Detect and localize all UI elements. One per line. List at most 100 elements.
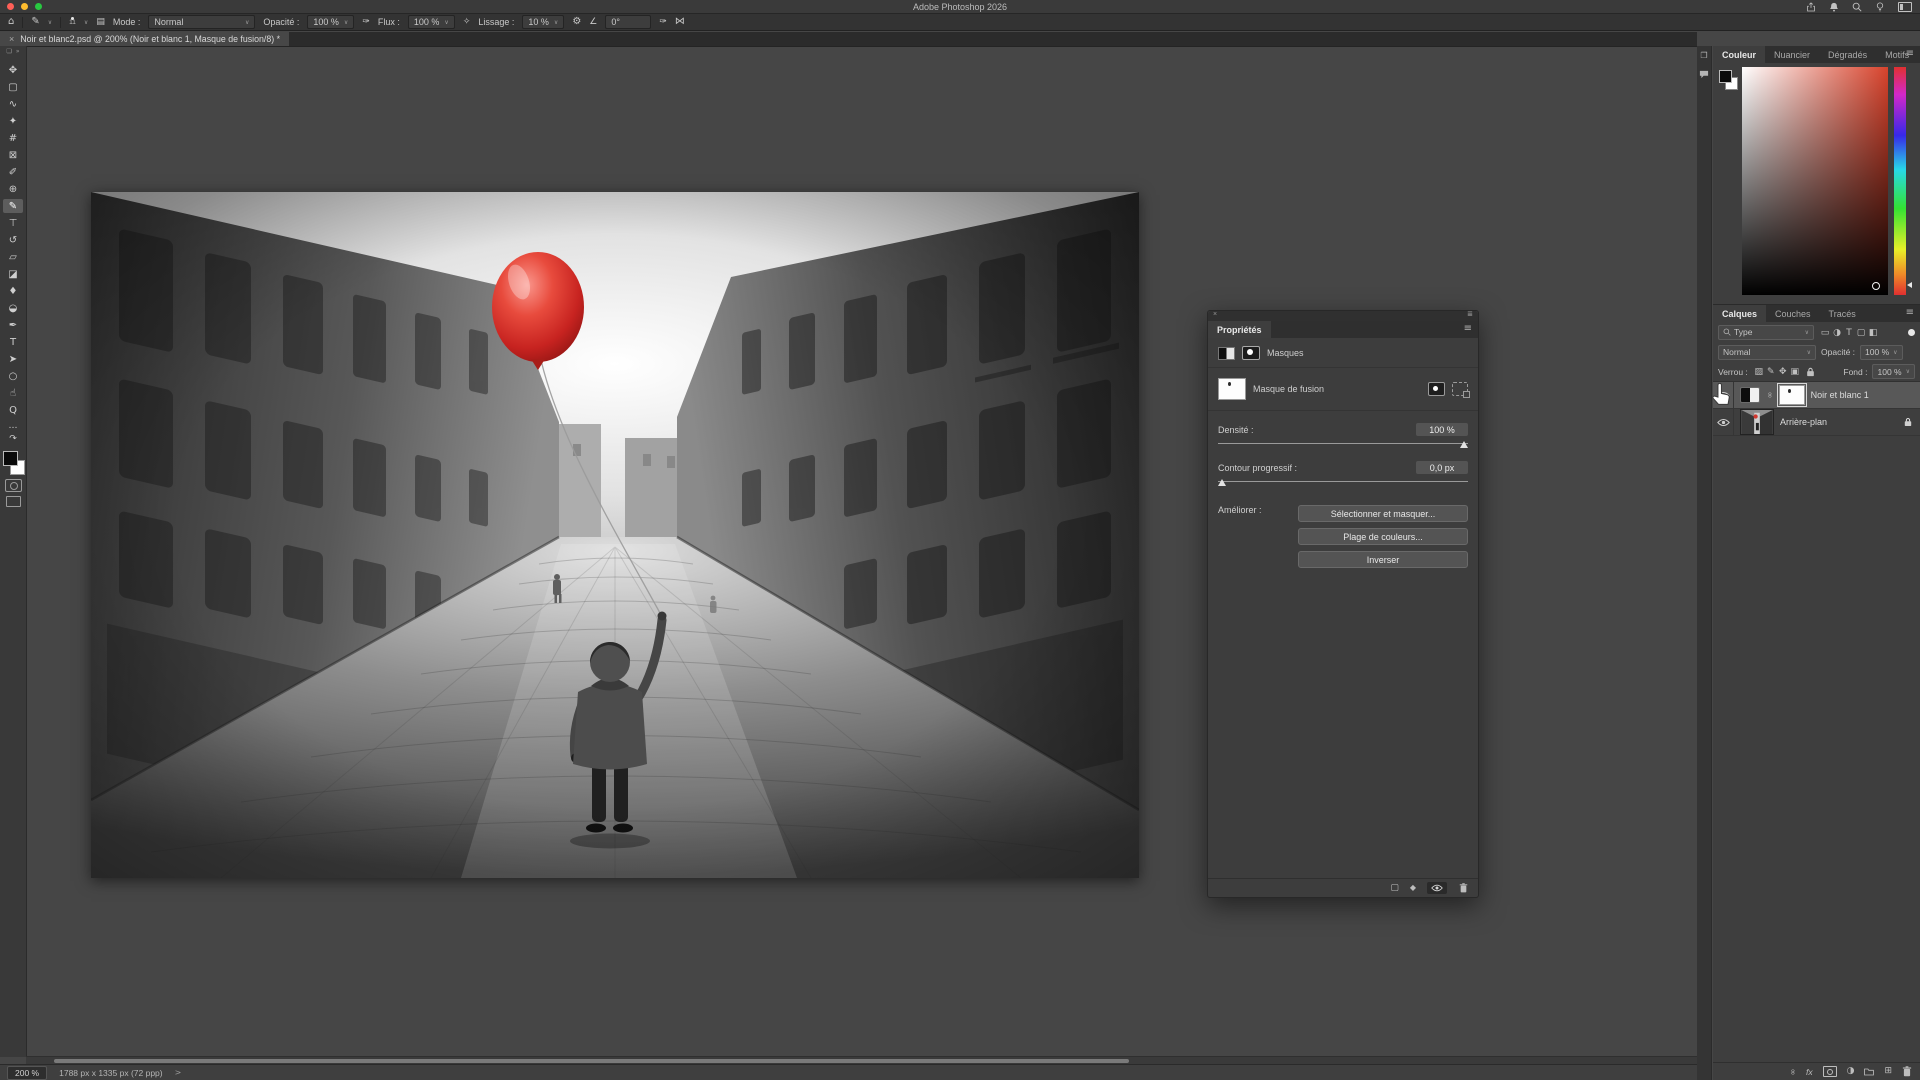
feather-value-input[interactable]: 0,0 px [1416,461,1468,474]
saturation-brightness-picker[interactable] [1742,67,1888,295]
share-icon[interactable] [1806,2,1816,12]
current-tool-icon[interactable]: ✎ [31,17,39,27]
search-icon[interactable] [1852,2,1862,12]
type-tool-icon[interactable]: T [3,335,23,349]
feather-slider-thumb[interactable] [1218,479,1226,486]
clone-stamp-tool-icon[interactable]: ⊤ [3,216,23,230]
home-icon[interactable]: ⌂ [8,17,14,27]
blend-mode-select[interactable]: Normal∨ [148,15,255,29]
lock-paint-icon[interactable]: ✎ [1765,367,1777,377]
zoom-level-input[interactable]: 200 % [7,1066,47,1080]
gradient-tool-icon[interactable]: ◪ [3,267,23,281]
edit-toolbar-icon[interactable]: ❏ [6,49,11,55]
filter-shape-icon[interactable]: ▢ [1855,328,1867,338]
lock-move-icon[interactable]: ✥ [1777,367,1789,377]
new-layer-icon[interactable]: ⊞ [1884,1067,1892,1076]
lasso-tool-icon[interactable]: ∿ [3,97,23,111]
select-and-mask-button[interactable]: Sélectionner et masquer... [1298,505,1468,522]
hue-slider[interactable] [1894,67,1906,295]
lock-artboard-icon[interactable]: ▣ [1789,367,1801,377]
apply-mask-icon[interactable]: ◆ [1410,884,1416,892]
blur-tool-icon[interactable]: ♦ [3,284,23,298]
collapse-toolbar-icon[interactable]: » [16,49,20,55]
layer-name[interactable]: Arrière-plan [1780,417,1827,427]
object-selection-tool-icon[interactable]: ✦ [3,114,23,128]
color-range-button[interactable]: Plage de couleurs... [1298,528,1468,545]
pressure-size-icon[interactable]: ✑ [659,18,667,27]
tool-preset-chevron-icon[interactable]: ∨ [48,19,52,26]
tab-traces[interactable]: Tracés [1820,305,1865,322]
mask-link-icon[interactable]: ∞ [1765,392,1773,399]
smoothing-select[interactable]: 10 %∨ [522,15,564,29]
layer-visibility-toggle[interactable] [1713,409,1734,435]
shape-tool-icon[interactable]: ○ [3,369,23,383]
layer-opacity-select[interactable]: 100 %∨ [1860,345,1903,360]
workspace-icon[interactable] [1898,2,1912,12]
screen-mode-icon[interactable] [6,496,21,507]
history-brush-tool-icon[interactable]: ↺ [3,233,23,247]
lock-transparency-icon[interactable]: ▨ [1753,367,1765,377]
pen-tool-icon[interactable]: ✒ [3,318,23,332]
canvas-document[interactable] [91,192,1139,878]
adjustment-layer-thumbnail[interactable] [1740,387,1760,403]
delete-mask-icon[interactable] [1458,883,1469,893]
density-slider-thumb[interactable] [1460,441,1468,448]
history-panel-icon[interactable]: ❐ [1700,52,1707,60]
dodge-tool-icon[interactable]: ◒ [3,301,23,315]
document-tab[interactable]: × Noir et blanc2.psd @ 200% (Noir et bla… [0,32,289,46]
layer-blend-mode-select[interactable]: Normal∨ [1718,345,1816,360]
density-value-input[interactable]: 100 % [1416,423,1468,436]
fill-select[interactable]: 100 %∨ [1872,364,1915,379]
gear-icon[interactable]: ⚙ [572,17,581,27]
layer-row-noir-et-blanc[interactable]: ∞ Noir et blanc 1 [1713,382,1920,409]
link-layers-icon[interactable]: ∞ [1789,1068,1797,1075]
pressure-opacity-icon[interactable]: ✑ [362,18,370,27]
flow-select[interactable]: 100 %∨ [408,15,455,29]
lock-all-icon[interactable] [1806,367,1815,377]
horizontal-scrollbar-thumb[interactable] [54,1059,1129,1063]
filter-picture-icon[interactable]: ▭ [1819,328,1831,338]
comments-panel-icon[interactable] [1699,70,1709,79]
layers-panel-menu-icon[interactable]: ≡ [1906,308,1914,318]
color-swatches[interactable] [2,451,24,475]
pixel-mask-icon[interactable] [1218,347,1235,360]
marquee-tool-icon[interactable]: ▢ [3,80,23,94]
angle-input[interactable]: 0° [605,15,651,29]
tab-degrades[interactable]: Dégradés [1819,46,1876,63]
feather-slider[interactable] [1218,478,1468,487]
load-selection-icon[interactable]: ▢ [1390,884,1399,893]
brush-settings-panel-icon[interactable]: ▤ [96,18,105,27]
hand-tool-icon[interactable]: ☝ [3,386,23,400]
path-selection-tool-icon[interactable]: ➤ [3,352,23,366]
brush-tool-icon[interactable]: ✎ [3,199,23,213]
selected-mask-icon[interactable] [1242,346,1260,360]
layer-mask-thumbnail[interactable] [1779,385,1805,405]
quick-mask-icon[interactable] [5,479,22,492]
properties-panel-drag-bar[interactable]: × ≣ [1208,311,1478,321]
filter-toggle-icon[interactable] [1908,329,1915,336]
eyedropper-tool-icon[interactable]: ✐ [3,165,23,179]
zoom-tool-icon[interactable]: Q [3,403,23,417]
canvas-image[interactable] [91,192,1139,878]
swap-colors-icon[interactable]: ↷ [9,435,17,444]
mask-visibility-icon[interactable] [1427,882,1447,894]
tab-nuancier[interactable]: Nuancier [1765,46,1819,63]
invert-button[interactable]: Inverser [1298,551,1468,568]
close-tab-icon[interactable]: × [9,34,14,44]
properties-panel-menu-icon[interactable]: ≡ [1464,324,1472,334]
panel-collapse-icon[interactable]: ≣ [1467,311,1473,318]
tab-calques[interactable]: Calques [1713,305,1766,322]
brush-preset-chevron-icon[interactable]: ∨ [84,19,88,26]
filter-smart-object-icon[interactable]: ◧ [1867,328,1879,338]
filter-adjustment-icon[interactable]: ◑ [1831,328,1843,338]
add-adjustment-icon[interactable]: ◑ [1847,1067,1855,1076]
symmetry-icon[interactable]: ⋈ [675,17,685,27]
discover-bulb-icon[interactable] [1875,2,1885,12]
status-chevron-icon[interactable]: > [175,1069,182,1077]
hue-slider-marker[interactable] [1907,282,1912,288]
layer-style-icon[interactable]: fx [1806,1067,1813,1077]
brush-preset-picker[interactable]: 11 [69,17,76,27]
layer-visibility-toggle[interactable] [1713,382,1734,408]
color-picker-marker[interactable] [1872,282,1880,290]
move-tool-icon[interactable]: ✥ [3,63,23,77]
